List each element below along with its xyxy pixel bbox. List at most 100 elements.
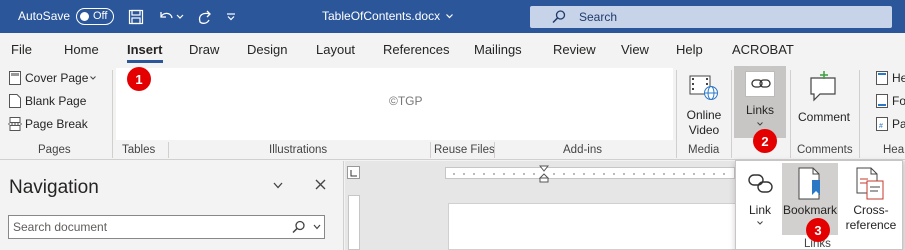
page-break-label: Page Break	[25, 117, 88, 131]
tab-file[interactable]: File	[11, 42, 32, 57]
horizontal-ruler[interactable]	[445, 165, 735, 183]
tab-home[interactable]: Home	[64, 42, 99, 57]
document-title[interactable]: TableOfContents.docx	[322, 9, 440, 23]
cover-page-button[interactable]: Cover Page	[8, 68, 97, 88]
search-icon[interactable]	[292, 220, 306, 234]
tab-review[interactable]: Review	[553, 42, 596, 57]
page-break-icon	[8, 116, 22, 132]
links-icon-frame	[745, 71, 775, 97]
chevron-down-icon	[90, 76, 97, 80]
chevron-down-icon	[757, 221, 763, 225]
tab-mailings[interactable]: Mailings	[474, 42, 522, 57]
title-bar: AutoSave Off TableOfContents.docx Search	[0, 0, 905, 33]
navigation-search-placeholder: Search document	[13, 220, 108, 234]
cover-page-label: Cover Page	[25, 71, 89, 85]
tab-help[interactable]: Help	[676, 42, 703, 57]
comment-icon	[810, 71, 836, 102]
step-badge-2: 2	[753, 129, 777, 153]
group-divider	[494, 142, 495, 158]
cover-page-icon	[8, 70, 22, 86]
vertical-ruler[interactable]	[348, 195, 360, 250]
footer-label: Fo	[892, 94, 905, 108]
tab-insert[interactable]: Insert	[127, 42, 162, 57]
group-divider	[168, 142, 169, 158]
reuse-files-group-label: Reuse Files	[434, 144, 495, 156]
link-label: Link	[748, 203, 771, 217]
search-box[interactable]: Search	[530, 6, 892, 28]
blank-page-label: Blank Page	[25, 94, 87, 108]
links-label: Links	[745, 103, 774, 117]
tab-stop-icon	[350, 170, 357, 177]
header-footer-group-label: Hea	[883, 144, 905, 156]
pages-group-label: Pages	[38, 144, 71, 156]
navigation-search-input[interactable]: Search document	[8, 215, 325, 239]
link-icon	[748, 174, 773, 193]
addins-group-label: Add-ins	[563, 144, 602, 156]
autosave-label: AutoSave	[18, 9, 71, 23]
group-divider	[859, 70, 860, 158]
tab-draw[interactable]: Draw	[189, 42, 219, 57]
autosave-toggle[interactable]: Off	[76, 8, 114, 25]
group-divider	[790, 70, 791, 158]
navigation-title: Navigation	[9, 177, 99, 198]
search-options-icon[interactable]	[313, 224, 321, 230]
header-icon	[875, 70, 889, 86]
links-button[interactable]: Links	[734, 66, 786, 138]
online-video-icon	[689, 75, 718, 100]
header-button[interactable]: He	[875, 68, 905, 88]
tab-selector[interactable]	[347, 166, 360, 179]
active-tab-indicator	[127, 60, 163, 63]
link-button[interactable]: Link	[738, 163, 782, 235]
online-video-label-2: Video	[688, 123, 720, 137]
media-group-label: Media	[688, 144, 720, 156]
cross-reference-button[interactable]: Cross- reference	[840, 163, 902, 235]
page-number-icon: #	[875, 116, 889, 132]
document-page[interactable]	[448, 203, 738, 250]
chevron-down-icon	[757, 122, 763, 126]
group-divider	[112, 70, 113, 158]
link-icon	[751, 79, 771, 88]
group-divider	[731, 70, 732, 158]
online-video-button[interactable]: Online Video	[680, 68, 728, 140]
tab-view[interactable]: View	[621, 42, 649, 57]
footer-icon	[875, 93, 889, 109]
blank-page-icon	[8, 93, 22, 109]
comments-group-label: Comments	[797, 144, 853, 156]
undo-dropdown-icon[interactable]	[174, 6, 186, 28]
close-icon[interactable]	[315, 179, 326, 190]
online-video-label-1: Online	[686, 108, 722, 122]
search-label: Search	[579, 10, 618, 24]
page-number-button[interactable]: # Pa	[875, 114, 905, 134]
tab-references[interactable]: References	[383, 42, 449, 57]
comment-button[interactable]: Comment	[794, 68, 854, 140]
tab-design[interactable]: Design	[247, 42, 287, 57]
illustrations-group-label: Illustrations	[269, 144, 328, 156]
search-icon	[552, 10, 566, 24]
footer-button[interactable]: Fo	[875, 91, 905, 111]
step-badge-1: 1	[127, 67, 151, 91]
watermark-text: ©TGP	[389, 94, 423, 108]
customize-toolbar-icon[interactable]	[224, 6, 238, 28]
cross-reference-label-2: reference	[845, 218, 897, 232]
tab-acrobat[interactable]: ACROBAT	[732, 42, 794, 57]
autosave-state: Off	[93, 10, 108, 22]
blank-page-button[interactable]: Blank Page	[8, 91, 86, 111]
redo-icon[interactable]	[193, 6, 215, 28]
indent-marker-icon[interactable]	[539, 165, 549, 183]
cross-reference-icon	[856, 167, 884, 200]
tab-layout[interactable]: Layout	[316, 42, 355, 57]
svg-text:#: #	[879, 123, 883, 130]
group-divider	[676, 70, 677, 158]
bookmark-icon	[798, 167, 820, 200]
pane-options-icon[interactable]	[273, 182, 283, 189]
page-break-button[interactable]: Page Break	[8, 114, 88, 134]
header-label: He	[892, 71, 905, 85]
navigation-pane: Navigation Search document	[0, 161, 344, 250]
tables-group-label: Tables	[122, 144, 156, 156]
page-number-label: Pa	[892, 117, 905, 131]
title-dropdown-icon[interactable]	[446, 14, 453, 19]
ribbon-tabs: File Home Insert Draw Design Layout Refe…	[0, 33, 905, 64]
comment-label: Comment	[797, 110, 850, 124]
ruler-ticks	[453, 173, 725, 175]
save-icon[interactable]	[125, 6, 147, 28]
